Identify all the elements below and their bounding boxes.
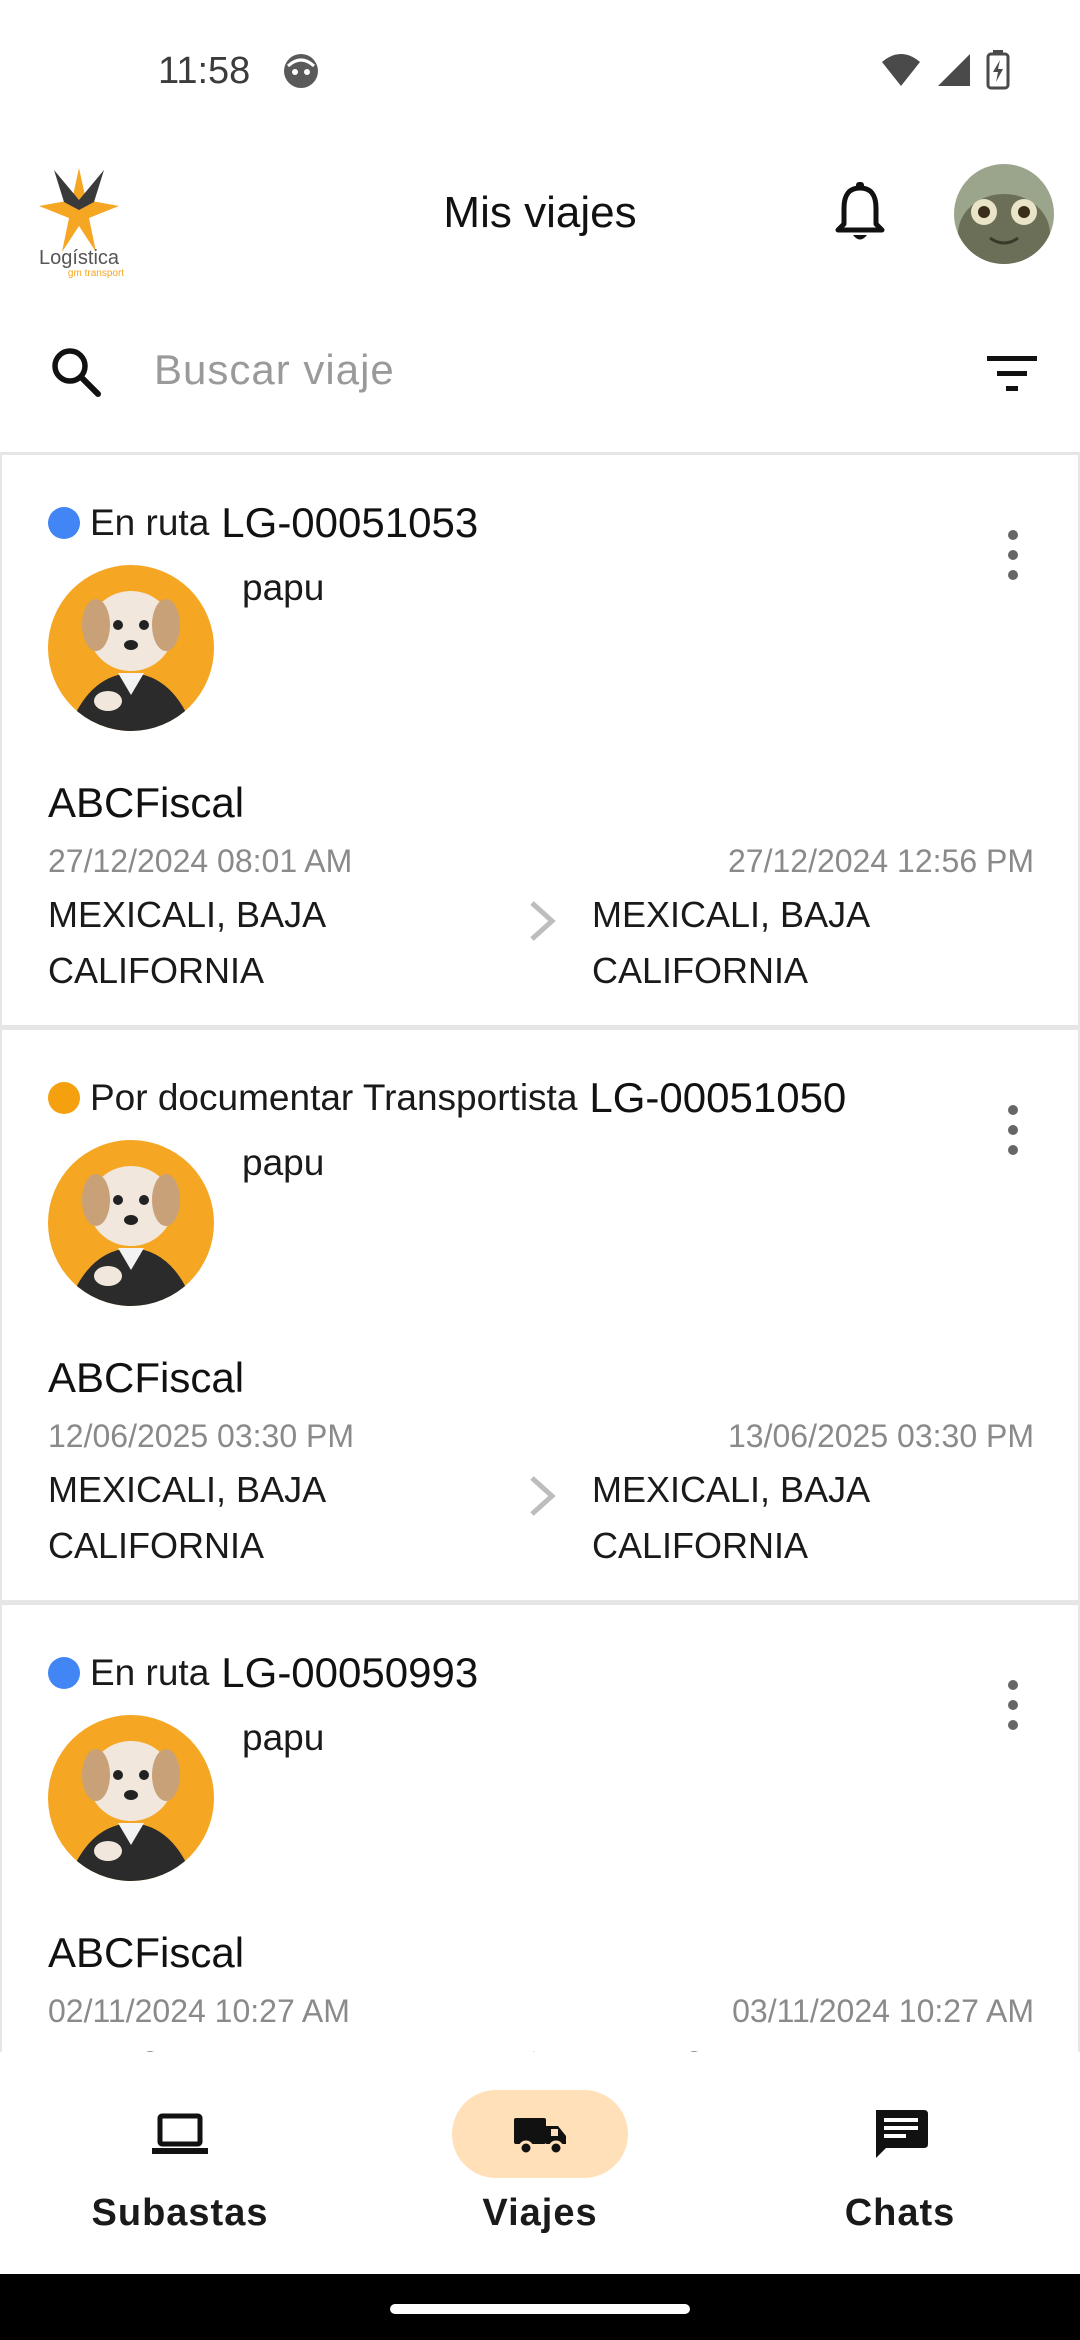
trip-status: En ruta [90, 502, 210, 543]
driver-name: papu [242, 567, 325, 608]
end-date: 13/06/2025 03:30 PM [727, 1418, 1034, 1454]
start-date: 02/11/2024 10:27 AM [48, 1993, 350, 2029]
trip-id: LG-00051050 [589, 1074, 847, 1121]
driver-photo [48, 565, 214, 731]
laptop-icon [152, 2113, 208, 2154]
trip-card-header: En ruta LG-00051053 [48, 499, 478, 547]
wifi-icon [882, 54, 920, 86]
status-dot [48, 1082, 80, 1114]
status-time: 11:58 [158, 50, 251, 92]
driver-name: papu [242, 1142, 325, 1183]
trip-status: En ruta [90, 1652, 210, 1693]
more-vert-icon[interactable] [998, 1675, 1028, 1735]
destination-location: MEXICALI, BAJA CALIFORNIA [592, 894, 869, 991]
nav-label: Subastas [91, 2192, 269, 2234]
page-title: Mis viajes [443, 188, 637, 237]
status-dot [48, 507, 80, 539]
signal-icon [938, 54, 970, 86]
battery-icon [986, 50, 1010, 90]
driver-photo [48, 1715, 214, 1881]
notification-face-icon [284, 54, 318, 88]
svg-text:Logística: Logística [39, 247, 120, 269]
home-indicator[interactable] [390, 2304, 690, 2314]
trip-card[interactable]: Por documentar Transportista LG-00051050… [0, 1030, 1080, 1605]
trip-status: Por documentar Transportista [90, 1077, 578, 1118]
search-input[interactable] [154, 340, 954, 400]
trip-id: LG-00051053 [221, 499, 479, 546]
user-avatar[interactable] [954, 164, 1054, 264]
driver-name: papu [242, 1717, 325, 1758]
nav-label: Chats [844, 2192, 956, 2234]
chevron-right-icon [530, 1476, 556, 1516]
chevron-right-icon [530, 901, 556, 941]
origin-location: MEXICALI, BAJA CALIFORNIA [48, 2037, 408, 2052]
trip-card[interactable]: En ruta LG-00050993 papu ABCFiscal 02/11… [0, 1605, 1080, 2052]
company-name: ABCFiscal [48, 1929, 245, 1976]
status-dot [48, 1657, 80, 1689]
start-date: 12/06/2025 03:30 PM [48, 1418, 355, 1454]
destination-location: MEXICALI, BAJA CALIFORNIA [592, 2037, 1032, 2052]
origin-location: MEXICALI, BAJA CALIFORNIA [48, 894, 325, 991]
nav-item-viajes[interactable]: Viajes [360, 2052, 720, 2274]
search-bar [0, 320, 1080, 420]
start-date: 27/12/2024 08:01 AM [48, 843, 353, 879]
trip-card-header: Por documentar Transportista LG-00051050 [48, 1074, 846, 1122]
notifications-bell-icon[interactable] [830, 180, 890, 246]
origin-location: MEXICALI, BAJA CALIFORNIA [48, 1469, 325, 1566]
more-vert-icon[interactable] [998, 1100, 1028, 1160]
svg-text:gm transport: gm transport [68, 268, 124, 278]
trip-card[interactable]: En ruta LG-00051053 papu ABCFiscal 27/12… [0, 455, 1080, 1030]
truck-icon [514, 2118, 566, 2156]
end-date: 27/12/2024 12:56 PM [727, 843, 1034, 879]
app-bar: Logística gm transport Mis viajes [0, 150, 1080, 280]
end-date: 03/11/2024 10:27 AM [732, 1993, 1034, 2029]
status-icons [880, 50, 1010, 90]
more-vert-icon[interactable] [998, 525, 1028, 585]
system-gesture-bar [0, 2274, 1080, 2340]
trip-card-header: En ruta LG-00050993 [48, 1649, 478, 1697]
nav-label: Viajes [482, 2192, 598, 2234]
search-icon[interactable] [46, 342, 106, 402]
trip-id: LG-00050993 [221, 1649, 479, 1696]
chat-icon [876, 2110, 928, 2158]
company-name: ABCFiscal [48, 1354, 245, 1401]
bottom-navigation: Subastas Viajes Chats [0, 2052, 1080, 2274]
nav-item-subastas[interactable]: Subastas [0, 2052, 360, 2274]
trip-list[interactable]: En ruta LG-00051053 papu ABCFiscal 27/12… [0, 452, 1080, 2052]
company-name: ABCFiscal [48, 779, 245, 826]
destination-location: MEXICALI, BAJA CALIFORNIA [592, 1469, 869, 1566]
filter-icon[interactable] [982, 344, 1042, 404]
driver-photo [48, 1140, 214, 1306]
chevron-right-icon [532, 2051, 535, 2052]
nav-item-chats[interactable]: Chats [720, 2052, 1080, 2274]
status-bar: 11:58 [0, 0, 1080, 140]
